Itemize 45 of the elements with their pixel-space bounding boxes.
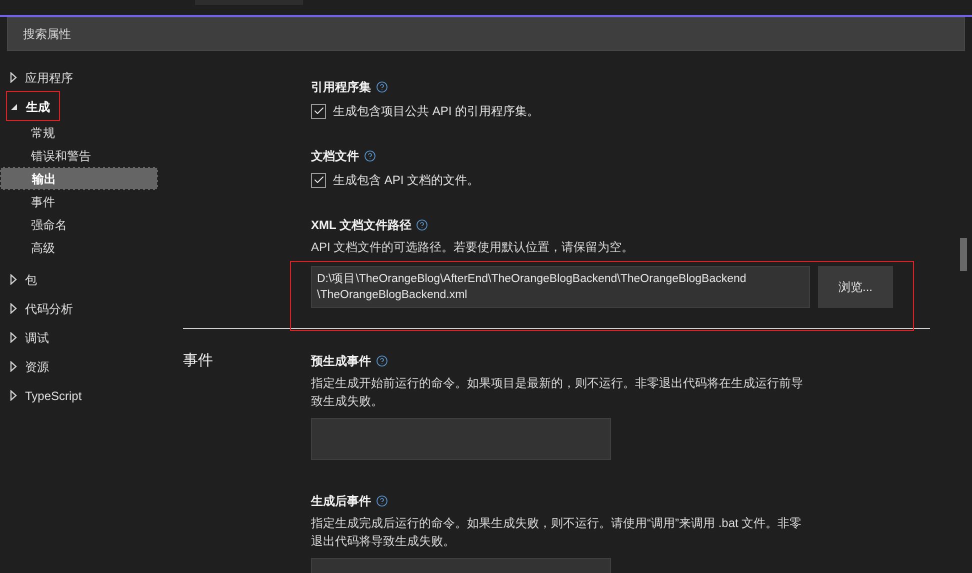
sidebar-item[interactable]: 输出 — [0, 167, 158, 190]
help-icon[interactable] — [376, 355, 388, 367]
caret-icon[interactable] — [10, 361, 17, 372]
browse-button[interactable]: 浏览... — [818, 266, 893, 308]
sidebar-item[interactable]: 代码分析 — [0, 294, 160, 323]
help-icon[interactable] — [364, 150, 376, 162]
checkbox[interactable] — [311, 104, 326, 118]
search-field[interactable]: 搜索属性 — [7, 17, 965, 51]
sidebar-item[interactable]: 事件 — [0, 190, 158, 213]
section-heading: 事件 — [183, 352, 213, 369]
caret-icon[interactable] — [10, 390, 17, 401]
caret-icon[interactable] — [10, 72, 17, 83]
sidebar-item[interactable]: 调试 — [0, 323, 160, 352]
setting-title: XML 文档文件路径 — [311, 217, 412, 234]
sidebar-item[interactable]: 强命名 — [0, 213, 158, 236]
setting-title: 预生成事件 — [311, 353, 371, 370]
path-field[interactable]: D:\项目\TheOrangeBlog\AfterEnd\TheOrangeBlogBackend\TheOrangeBlogBackend \TheOrangeBlogBackend.xml — [311, 266, 810, 308]
caret-icon[interactable] — [10, 332, 17, 343]
caret-icon[interactable] — [10, 303, 17, 314]
checkbox[interactable] — [311, 172, 326, 188]
highlight-frame — [6, 91, 60, 121]
sidebar-item[interactable]: 应用程序 — [0, 63, 160, 92]
caret-icon[interactable] — [10, 274, 17, 285]
setting-description: 指定生成开始前运行的命令。如果项目是最新的，则不运行。非零退出代码将在生成运行前导致生成失败。 — [311, 375, 804, 410]
setting-title: 生成后事件 — [311, 493, 371, 510]
setting-description: API 文档文件的可选路径。若要使用默认位置，请保留为空。 — [311, 239, 635, 256]
sidebar-item[interactable]: 常规 — [0, 121, 158, 144]
caret-icon[interactable] — [10, 102, 18, 110]
sidebar-item[interactable]: 错误和警告 — [0, 144, 158, 167]
command-field[interactable] — [311, 418, 611, 460]
help-icon[interactable] — [376, 81, 388, 93]
sidebar-item[interactable]: 包 — [0, 265, 160, 294]
sidebar-item[interactable]: 高级 — [0, 236, 158, 259]
setting-title: 引用程序集 — [311, 79, 371, 96]
help-icon[interactable] — [416, 219, 428, 231]
check-icon — [312, 105, 324, 117]
setting-description: 指定生成完成后运行的命令。如果生成失败，则不运行。请使用“调用”来调用 .bat 文件。非零退出代码将导致生成失败。 — [311, 515, 803, 550]
sidebar-item[interactable]: 生成 — [0, 92, 160, 121]
checkbox-label: 生成包含项目公共 API 的引用程序集。 — [333, 103, 540, 120]
checkbox-label: 生成包含 API 文档的文件。 — [333, 172, 480, 189]
help-icon[interactable] — [376, 495, 388, 507]
setting-title: 文档文件 — [311, 148, 359, 165]
check-icon — [312, 174, 324, 186]
sidebar-item[interactable]: 资源 — [0, 352, 160, 381]
sidebar-item[interactable]: TypeScript — [0, 381, 160, 410]
